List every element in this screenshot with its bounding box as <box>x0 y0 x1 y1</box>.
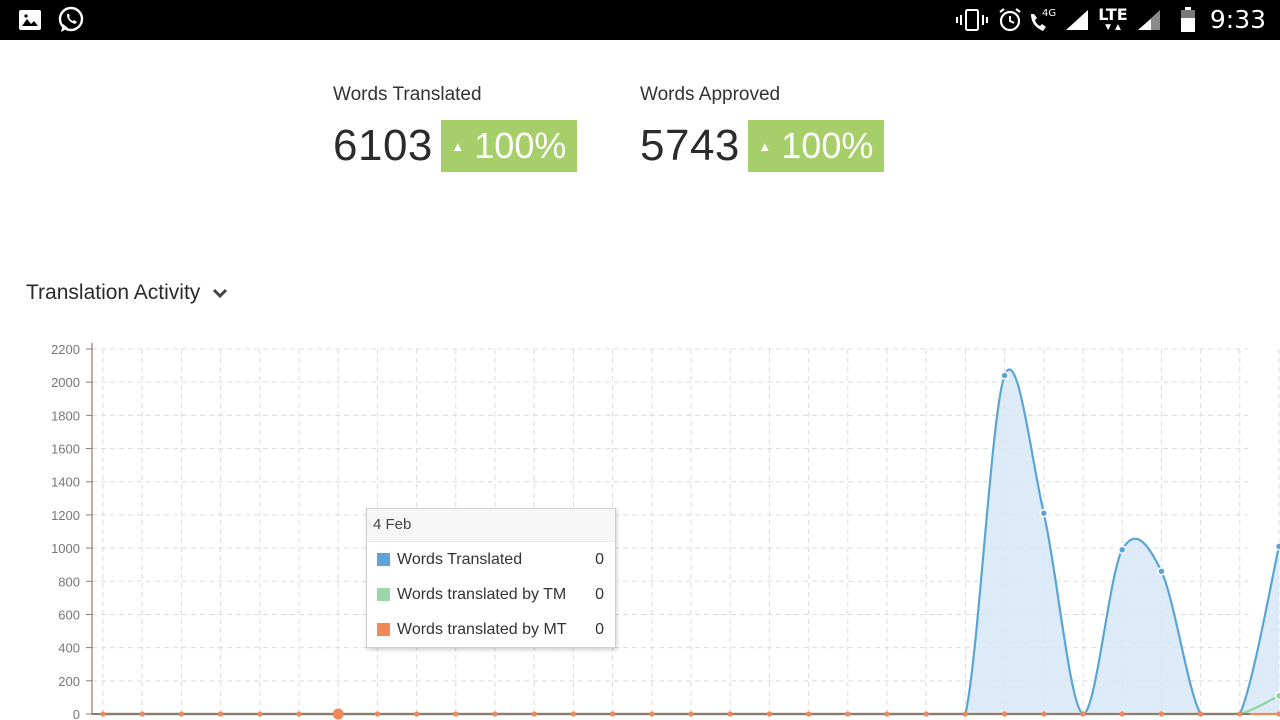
tooltip-value: 0 <box>595 551 604 568</box>
data-point[interactable] <box>884 711 890 717</box>
data-point[interactable] <box>649 711 655 717</box>
data-point[interactable] <box>1198 711 1204 717</box>
arrow-up-icon: ▲ <box>451 138 465 154</box>
data-point[interactable] <box>1237 711 1243 717</box>
y-tick-label: 1200 <box>51 508 80 523</box>
chart-axes: 0 200 400 600 800 1000 1200 1400 1600 1800 2000 220… <box>51 342 1250 720</box>
data-point[interactable] <box>1041 711 1047 717</box>
status-bar: 4G LTE ▼▲ 9:33 <box>0 0 1280 40</box>
data-point[interactable] <box>727 711 733 717</box>
data-point[interactable] <box>218 711 224 717</box>
tooltip-value: 0 <box>595 621 604 638</box>
data-point[interactable] <box>414 711 420 717</box>
data-point[interactable] <box>1119 711 1125 717</box>
chart-tooltip: 4 Feb Words Translated 0 Words translate… <box>366 508 616 648</box>
data-point[interactable] <box>178 711 184 717</box>
change-badge: ▲ 100% <box>747 120 884 172</box>
data-point[interactable] <box>570 711 577 717</box>
data-point[interactable] <box>688 711 694 717</box>
y-tick-label: 800 <box>58 574 80 589</box>
y-tick-label: 2000 <box>51 375 80 390</box>
legend-swatch <box>377 588 390 601</box>
stat-value: 6103 <box>333 121 433 170</box>
y-tick-label: 400 <box>58 641 80 656</box>
wifi-calling-icon: 4G <box>1028 0 1058 40</box>
legend-swatch <box>377 553 390 566</box>
status-time: 9:33 <box>1209 5 1266 34</box>
signal-icon <box>1136 0 1162 40</box>
y-tick-label: 1800 <box>51 408 80 423</box>
tooltip-date: 4 Feb <box>367 509 615 542</box>
change-badge: ▲ 100% <box>440 120 577 172</box>
data-point[interactable] <box>806 711 812 717</box>
data-point[interactable] <box>531 711 537 717</box>
lte-icon: LTE ▼▲ <box>1098 5 1128 33</box>
y-tick-label: 1000 <box>51 541 80 556</box>
data-point[interactable] <box>1080 711 1086 717</box>
tooltip-label: Words Translated <box>397 551 523 568</box>
data-point[interactable] <box>257 711 263 717</box>
vibrate-icon <box>956 0 988 40</box>
data-point[interactable] <box>962 711 969 717</box>
section-title-text: Translation Activity <box>26 281 201 304</box>
legend-swatch <box>377 623 390 636</box>
tooltip-row: Words translated by TM 0 <box>367 577 615 612</box>
chevron-down-icon[interactable] <box>212 287 228 299</box>
data-point[interactable] <box>332 708 344 720</box>
change-value: 100% <box>781 125 874 166</box>
stat-label: Words Approved <box>640 84 781 105</box>
y-tick-label: 1600 <box>51 442 80 457</box>
svg-text:4G: 4G <box>1042 8 1056 19</box>
arrow-up-icon: ▲ <box>758 138 772 154</box>
data-point[interactable] <box>1157 567 1166 576</box>
data-point[interactable] <box>923 711 929 717</box>
image-icon <box>18 0 42 40</box>
y-tick-label: 600 <box>58 607 80 622</box>
change-value: 100% <box>474 125 567 166</box>
data-point[interactable] <box>139 711 145 717</box>
data-point[interactable] <box>766 711 773 717</box>
stat-label: Words Translated <box>333 84 482 105</box>
section-title[interactable]: Translation Activity <box>26 281 228 305</box>
alarm-icon <box>996 0 1024 40</box>
y-tick-label: 2200 <box>51 342 80 357</box>
data-point[interactable] <box>1000 371 1009 380</box>
data-point[interactable] <box>1002 711 1008 717</box>
data-point[interactable] <box>845 711 851 717</box>
tooltip-label: Words translated by MT <box>397 621 567 638</box>
whatsapp-icon <box>56 0 86 40</box>
data-point[interactable] <box>374 711 380 717</box>
signal-icon <box>1064 0 1090 40</box>
data-point[interactable] <box>1158 711 1164 717</box>
data-point[interactable] <box>492 711 498 717</box>
battery-icon <box>1178 0 1198 40</box>
translation-activity-chart[interactable]: 0 200 400 600 800 1000 1200 1400 1600 1800 2000 220… <box>0 330 1280 720</box>
y-tick-label: 200 <box>58 674 80 689</box>
data-point[interactable] <box>610 711 616 717</box>
data-point[interactable] <box>453 711 459 717</box>
tooltip-label: Words translated by TM <box>397 586 567 603</box>
data-point[interactable] <box>1274 691 1280 700</box>
y-tick-label: 0 <box>73 707 80 720</box>
stat-value: 5743 <box>640 121 740 170</box>
data-point[interactable] <box>1274 542 1280 551</box>
tooltip-row: Words Translated 0 <box>367 542 615 577</box>
y-tick-label: 1400 <box>51 475 80 490</box>
data-point[interactable] <box>100 711 106 717</box>
data-point[interactable] <box>1117 545 1127 554</box>
stat-words-translated: Words Translated 6103 ▲ 100% <box>333 84 577 172</box>
tooltip-value: 0 <box>595 586 604 603</box>
data-point[interactable] <box>1039 509 1049 518</box>
data-point[interactable] <box>296 711 302 717</box>
tooltip-row: Words translated by MT 0 <box>367 612 615 647</box>
stat-words-approved: Words Approved 5743 ▲ 100% <box>640 84 884 172</box>
